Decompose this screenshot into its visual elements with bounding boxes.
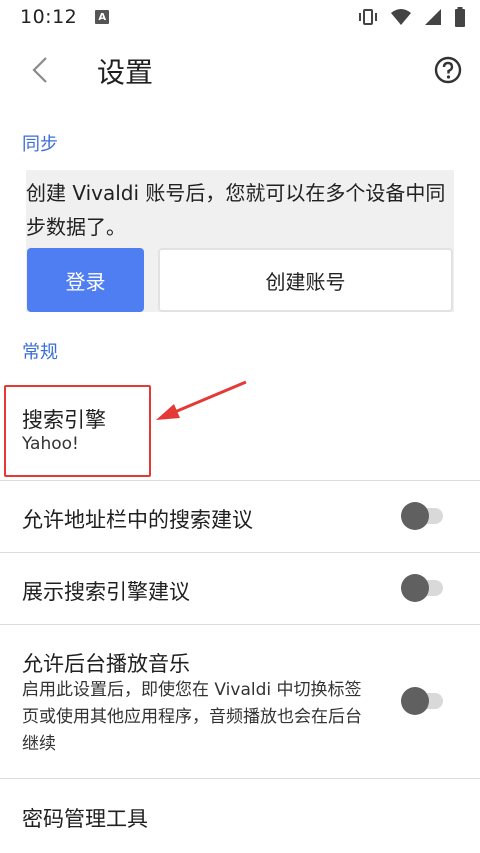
notification-badge-icon: A — [95, 10, 110, 24]
toggle-thumb — [401, 502, 429, 530]
setting-search-engine-suggestions[interactable]: 展示搜索引擎建议 — [0, 553, 480, 624]
login-button[interactable]: 登录 — [27, 248, 144, 312]
app-bar: 设置 — [0, 34, 480, 106]
setting-title: 允许地址栏中的搜索建议 — [22, 508, 253, 532]
highlight-box — [4, 385, 151, 477]
page-title: 设置 — [97, 56, 154, 89]
sync-description: 创建 Vivaldi 账号后，您就可以在多个设备中同步数据了。 — [26, 181, 446, 239]
address-bar-suggestions-toggle[interactable] — [401, 502, 443, 530]
status-icons — [358, 7, 466, 27]
chevron-left-icon — [32, 57, 47, 83]
search-engine-suggestions-toggle[interactable] — [401, 574, 443, 602]
setting-description: 启用此设置后，即使您在 Vivaldi 中切换标签页或使用其他应用程序，音频播放… — [22, 680, 362, 754]
background-audio-toggle[interactable] — [401, 687, 443, 715]
battery-icon — [455, 7, 465, 27]
help-circle-icon — [434, 56, 462, 84]
toggle-thumb — [401, 574, 429, 602]
setting-background-audio[interactable]: 允许后台播放音乐 启用此设置后，即使您在 Vivaldi 中切换标签页或使用其他… — [0, 625, 480, 778]
section-header-general: 常规 — [22, 342, 58, 363]
section-header-sync: 同步 — [22, 134, 58, 155]
setting-title: 展示搜索引擎建议 — [22, 580, 190, 604]
status-time: 10:12 — [20, 6, 78, 28]
wifi-icon — [391, 9, 411, 25]
setting-address-bar-suggestions[interactable]: 允许地址栏中的搜索建议 — [0, 481, 480, 552]
toggle-thumb — [401, 687, 429, 715]
password-manager-title: 密码管理工具 — [22, 807, 148, 831]
arrow-annotation-icon — [156, 380, 247, 420]
vibrate-icon — [359, 9, 377, 25]
setting-title: 允许后台播放音乐 — [22, 652, 190, 676]
divider — [0, 778, 480, 779]
signal-icon — [425, 9, 441, 25]
help-button[interactable] — [428, 50, 468, 90]
create-account-button[interactable]: 创建账号 — [158, 248, 453, 312]
status-bar: 10:12 A — [0, 0, 480, 34]
back-button[interactable] — [20, 50, 60, 90]
password-manager-row[interactable]: 密码管理工具 — [0, 780, 480, 853]
